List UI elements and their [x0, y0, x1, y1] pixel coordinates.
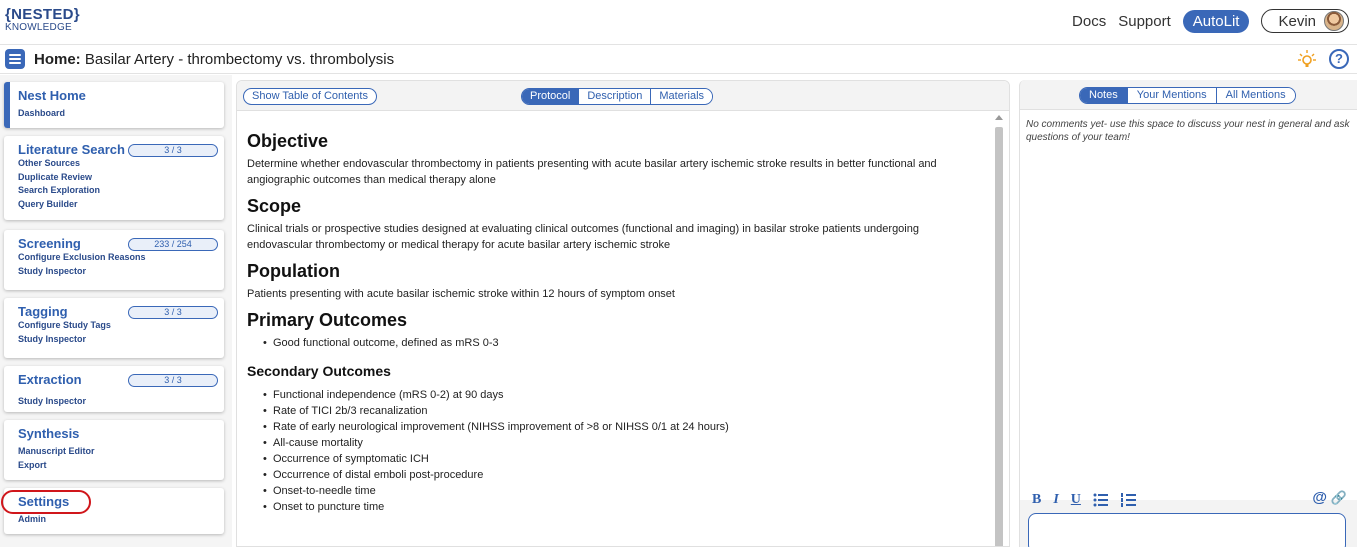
protocol-panel: Show Table of Contents Protocol Descript…: [236, 80, 1010, 547]
sidebar-link-study-inspector[interactable]: Study Inspector: [18, 333, 224, 347]
underline-button[interactable]: U: [1071, 492, 1081, 508]
logo-line1: {NESTED}: [5, 6, 80, 23]
show-table-of-contents-button[interactable]: Show Table of Contents: [243, 88, 377, 105]
sidebar-link-manuscript-editor[interactable]: Manuscript Editor: [18, 445, 224, 459]
notes-panel-header: Notes Your Mentions All Mentions: [1020, 80, 1357, 110]
sidebar-card-tagging: Tagging 3 / 3 Configure Study Tags Study…: [4, 298, 224, 358]
sidebar-link-other-sources[interactable]: Other Sources: [18, 157, 224, 171]
sidebar-link-query-builder[interactable]: Query Builder: [18, 198, 224, 212]
list-item: Good functional outcome, defined as mRS …: [263, 335, 987, 351]
primary-outcomes-list: Good functional outcome, defined as mRS …: [263, 335, 987, 351]
sidebar-card-synthesis: Synthesis Manuscript Editor Export: [4, 420, 224, 480]
page-title: Home: Basilar Artery - thrombectomy vs. …: [34, 51, 394, 68]
sidebar-link-configure-exclusion-reasons[interactable]: Configure Exclusion Reasons: [18, 251, 224, 265]
sidebar-card-nest-home: Nest Home Dashboard: [4, 82, 224, 128]
home-label: Home:: [34, 51, 81, 68]
list-item: Rate of TICI 2b/3 recanalization: [263, 403, 987, 419]
avatar: [1324, 11, 1344, 31]
tab-description[interactable]: Description: [578, 89, 651, 104]
protocol-tabs: Protocol Description Materials: [521, 88, 714, 105]
screening-progress: 233 / 254: [128, 238, 218, 251]
sidebar-link-configure-study-tags[interactable]: Configure Study Tags: [18, 319, 224, 333]
sidebar-link-study-inspector[interactable]: Study Inspector: [18, 395, 224, 409]
tab-notes[interactable]: Notes: [1080, 88, 1127, 103]
help-icon[interactable]: ?: [1329, 49, 1349, 69]
numbered-list-icon[interactable]: [1120, 493, 1137, 507]
lightbulb-icon[interactable]: [1297, 49, 1317, 69]
protocol-scrollbar-thumb[interactable]: [995, 127, 1003, 546]
link-icon[interactable]: 🔗: [1331, 490, 1347, 506]
docs-link[interactable]: Docs: [1072, 13, 1106, 30]
user-menu-button[interactable]: Kevin: [1261, 9, 1349, 33]
notes-empty-message: No comments yet- use this space to discu…: [1026, 119, 1350, 143]
list-item: Onset-to-needle time: [263, 483, 987, 499]
italic-button[interactable]: I: [1053, 492, 1058, 508]
app-root: {NESTED} KNOWLEDGE Docs Support AutoLit …: [0, 0, 1357, 547]
project-name: Basilar Artery - thrombectomy vs. thromb…: [84, 51, 395, 68]
list-item: All-cause mortality: [263, 435, 987, 451]
support-link[interactable]: Support: [1118, 13, 1171, 30]
population-text: Patients presenting with acute basilar i…: [247, 288, 675, 300]
note-input[interactable]: [1028, 513, 1346, 547]
tab-your-mentions[interactable]: Your Mentions: [1126, 88, 1216, 103]
scope-heading: Scope: [247, 196, 302, 216]
secondary-outcomes-list: Functional independence (mRS 0-2) at 90 …: [263, 387, 987, 515]
top-links: Docs Support AutoLit Kevin: [1072, 9, 1349, 33]
notes-tabs: Notes Your Mentions All Mentions: [1079, 87, 1296, 104]
objective-text: Determine whether endovascular thrombect…: [247, 158, 937, 186]
tab-all-mentions[interactable]: All Mentions: [1215, 88, 1295, 103]
bulleted-list-icon[interactable]: [1093, 493, 1109, 507]
title-bar: Home: Basilar Artery - thrombectomy vs. …: [0, 44, 1357, 74]
mention-icon[interactable]: @: [1312, 489, 1327, 506]
scroll-up-arrow-icon[interactable]: [995, 115, 1003, 120]
sidebar-link-admin[interactable]: Admin: [18, 513, 224, 527]
autolit-button[interactable]: AutoLit: [1182, 9, 1250, 33]
protocol-panel-header: Show Table of Contents Protocol Descript…: [237, 81, 1009, 111]
notes-list: No comments yet- use this space to discu…: [1020, 110, 1357, 500]
population-heading: Population: [247, 261, 340, 281]
sidebar-card-literature-search: Literature Search 3 / 3 Other Sources Du…: [4, 136, 224, 220]
tagging-progress: 3 / 3: [128, 306, 218, 319]
sidebar-link-duplicate-review[interactable]: Duplicate Review: [18, 171, 224, 185]
list-item: Occurrence of distal emboli post-procedu…: [263, 467, 987, 483]
bold-button[interactable]: B: [1032, 492, 1041, 508]
literature-search-progress: 3 / 3: [128, 144, 218, 157]
sidebar-link-search-exploration[interactable]: Search Exploration: [18, 184, 224, 198]
secondary-outcomes-heading: Secondary Outcomes: [247, 363, 391, 379]
logo[interactable]: {NESTED} KNOWLEDGE: [5, 7, 80, 33]
sidebar-card-screening: Screening 233 / 254 Configure Exclusion …: [4, 230, 224, 290]
settings-highlight-annotation: [1, 490, 91, 514]
editor-toolbar: B I U: [1032, 490, 1344, 510]
tab-materials[interactable]: Materials: [650, 89, 713, 104]
menu-icon[interactable]: [5, 49, 25, 69]
list-item: Rate of early neurological improvement (…: [263, 419, 987, 435]
primary-outcomes-heading: Primary Outcomes: [247, 310, 408, 330]
sidebar-link-dashboard[interactable]: Dashboard: [18, 107, 224, 121]
notes-panel: Notes Your Mentions All Mentions No comm…: [1019, 80, 1357, 547]
sidebar-link-export[interactable]: Export: [18, 459, 224, 473]
list-item: Onset to puncture time: [263, 499, 987, 515]
list-item: Functional independence (mRS 0-2) at 90 …: [263, 387, 987, 403]
sidebar-card-extraction: Extraction 3 / 3 Study Inspector: [4, 366, 224, 412]
tab-protocol[interactable]: Protocol: [522, 89, 579, 104]
scope-text: Clinical trials or prospective studies d…: [247, 223, 919, 251]
sidebar: Nest Home Dashboard Literature Search 3 …: [0, 75, 232, 547]
extraction-progress: 3 / 3: [128, 374, 218, 387]
user-name: Kevin: [1278, 12, 1316, 30]
top-bar: {NESTED} KNOWLEDGE Docs Support AutoLit …: [0, 0, 1357, 44]
list-item: Occurrence of symptomatic ICH: [263, 451, 987, 467]
protocol-content: Objective Determine whether endovascular…: [247, 123, 987, 515]
sidebar-item-synthesis[interactable]: Synthesis: [18, 426, 224, 441]
objective-heading: Objective: [247, 131, 329, 151]
sidebar-item-nest-home[interactable]: Nest Home: [18, 88, 224, 103]
logo-line2: KNOWLEDGE: [5, 22, 72, 33]
sidebar-link-study-inspector[interactable]: Study Inspector: [18, 265, 224, 279]
